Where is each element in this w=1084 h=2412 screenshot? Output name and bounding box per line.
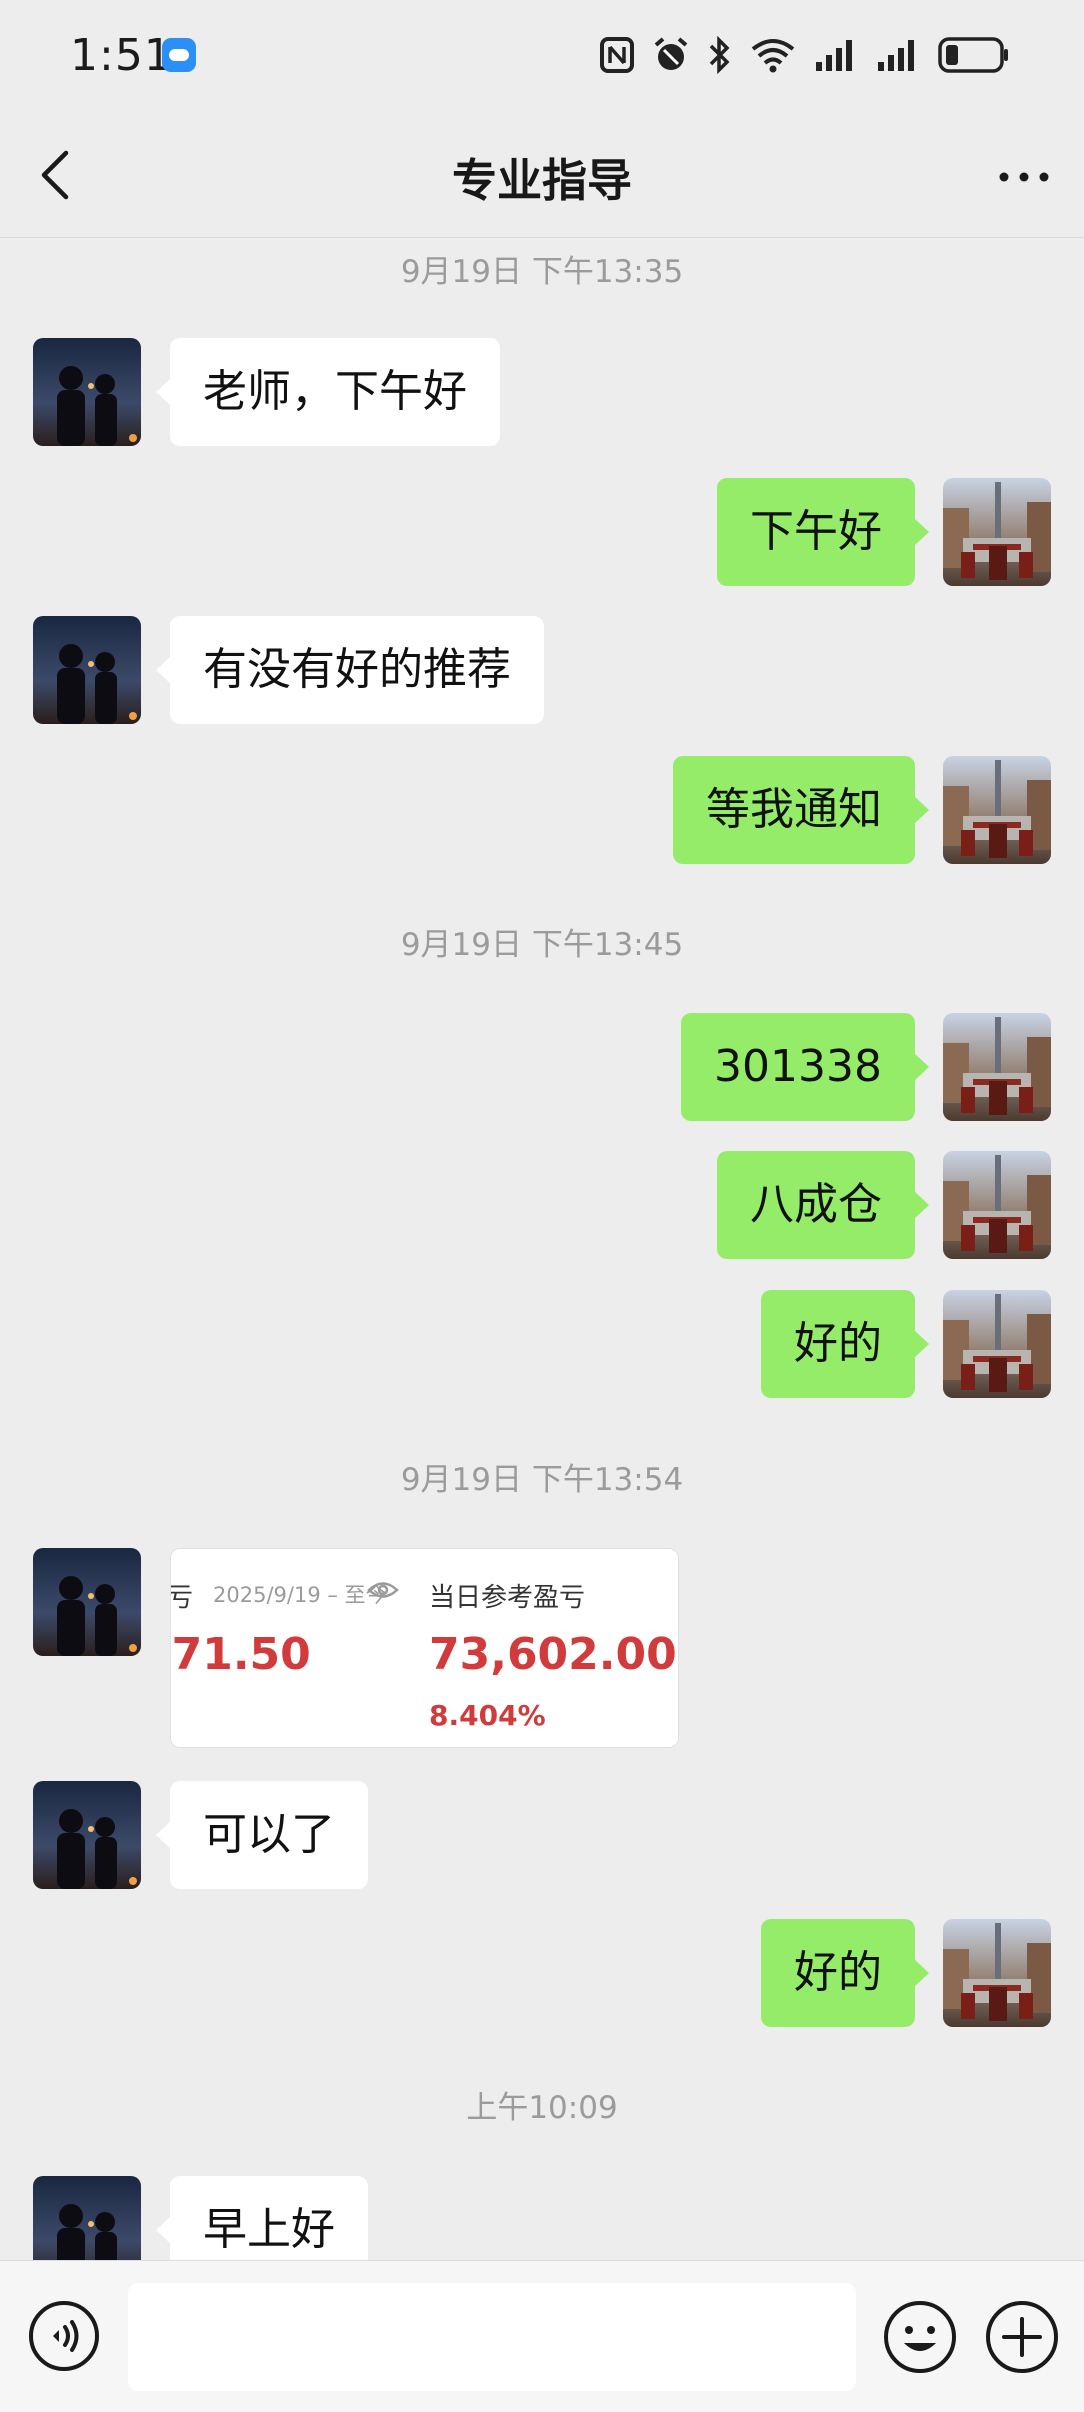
message-list[interactable]: 9月19日 下午13:35 老师，下午好 下午好 有没有好的推荐 等我通知 9月… bbox=[0, 238, 1084, 2260]
card-value-right: 73,602.00 bbox=[429, 1629, 677, 1680]
self-avatar[interactable] bbox=[943, 756, 1051, 864]
nfc-icon bbox=[600, 37, 634, 73]
bluetooth-icon bbox=[709, 36, 730, 74]
self-avatar[interactable] bbox=[943, 1919, 1051, 2027]
status-icons bbox=[600, 30, 1010, 80]
more-dots-icon[interactable] bbox=[994, 152, 1054, 202]
chat-screen: 1:51 专业指导 9月19日 下午13:35 老师，下午好 下午好 有没有好的… bbox=[0, 0, 1084, 2412]
cloud-app-icon bbox=[162, 38, 196, 72]
card-value-left: 771.50 bbox=[171, 1629, 311, 1680]
message-bubble-incoming[interactable]: 可以了 bbox=[156, 1781, 368, 1889]
contact-avatar[interactable] bbox=[33, 1548, 141, 1656]
signal-icon bbox=[816, 40, 852, 71]
emoji-icon[interactable] bbox=[882, 2299, 958, 2375]
page-title: 专业指导 bbox=[451, 154, 632, 207]
card-pct-right: 8.404% bbox=[429, 1699, 546, 1732]
message-bubble-incoming[interactable]: 早上好 bbox=[156, 2176, 368, 2260]
status-bar: 1:51 bbox=[0, 0, 1084, 112]
signal-icon-2 bbox=[878, 40, 914, 71]
message-bubble-outgoing[interactable]: 等我通知 bbox=[673, 756, 929, 864]
card-label-right: 当日参考盈亏 bbox=[429, 1583, 586, 1613]
message-bubble-outgoing[interactable]: 八成仓 bbox=[717, 1151, 929, 1259]
timestamp: 9月19日 下午13:45 bbox=[400, 927, 684, 963]
contact-avatar[interactable] bbox=[33, 1781, 141, 1889]
self-avatar[interactable] bbox=[943, 1013, 1051, 1121]
input-bar bbox=[0, 2260, 1084, 2412]
message-bubble-outgoing[interactable]: 下午好 bbox=[717, 478, 929, 586]
eye-icon bbox=[367, 1582, 399, 1598]
self-avatar[interactable] bbox=[943, 478, 1051, 586]
message-input[interactable] bbox=[128, 2283, 856, 2391]
contact-avatar[interactable] bbox=[33, 2176, 141, 2260]
message-bubble-outgoing[interactable]: 好的 bbox=[761, 1919, 929, 2027]
wifi-icon bbox=[751, 39, 795, 73]
timestamp: 9月19日 下午13:54 bbox=[400, 1462, 684, 1498]
battery-icon bbox=[938, 37, 1008, 73]
message-bubble-outgoing[interactable]: 好的 bbox=[761, 1290, 929, 1398]
contact-avatar[interactable] bbox=[33, 338, 141, 446]
card-label-left: 盈亏 bbox=[171, 1577, 193, 1614]
message-bubble-outgoing[interactable]: 301338 bbox=[681, 1013, 929, 1121]
message-bubble-incoming[interactable]: 老师，下午好 bbox=[156, 338, 500, 446]
self-avatar[interactable] bbox=[943, 1290, 1051, 1398]
self-avatar[interactable] bbox=[943, 1151, 1051, 1259]
status-time: 1:51 bbox=[70, 30, 173, 81]
timestamp: 9月19日 下午13:35 bbox=[400, 254, 684, 290]
alarm-icon bbox=[654, 37, 688, 70]
plus-icon[interactable] bbox=[984, 2299, 1060, 2375]
card-date-range: 2025/9/19 – 至今 bbox=[213, 1583, 387, 1607]
title-bar: 专业指导 bbox=[0, 112, 1084, 238]
message-bubble-incoming[interactable]: 有没有好的推荐 bbox=[156, 616, 544, 724]
image-message[interactable]: 盈亏 2025/9/19 – 至今 771.50 % 当日参考盈亏 73,602… bbox=[170, 1548, 679, 1748]
contact-avatar[interactable] bbox=[33, 616, 141, 724]
voice-icon[interactable] bbox=[27, 2299, 101, 2373]
timestamp: 上午10:09 bbox=[466, 2090, 618, 2126]
